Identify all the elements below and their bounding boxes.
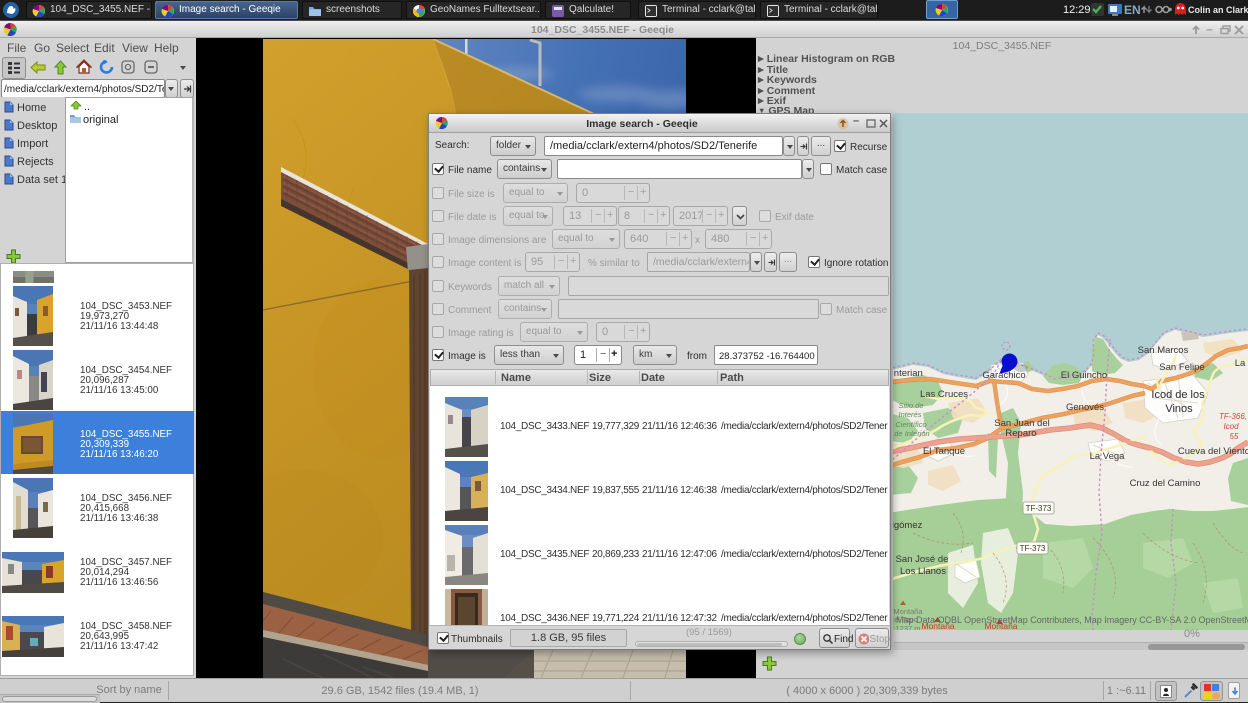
svg-text:Los Llanos: Los Llanos (900, 566, 946, 577)
svg-text:Map Data ODBL OpenStreetMap Co: Map Data ODBL OpenStreetMap Contributers… (896, 615, 1248, 625)
svg-text:San Marcos: San Marcos (1138, 345, 1189, 356)
svg-text:de Interión: de Interión (894, 429, 929, 438)
svg-text:El Tanque: El Tanque (923, 446, 965, 457)
svg-text:TF-373: TF-373 (1020, 544, 1046, 553)
svg-text:Reparo: Reparo (1005, 428, 1036, 439)
svg-text:Sitio de: Sitio de (898, 401, 923, 410)
svg-text:Científico: Científico (895, 420, 926, 429)
svg-text:Garachico: Garachico (982, 370, 1025, 381)
svg-text:Genovés: Genovés (1066, 402, 1104, 413)
svg-text:TF-373: TF-373 (1026, 504, 1052, 513)
svg-text:La Vega: La Vega (1090, 451, 1126, 462)
svg-text:El Guincho: El Guincho (1061, 370, 1107, 381)
svg-text:Interés: Interés (899, 410, 922, 419)
svg-text:Cueva del Viento: Cueva del Viento (1178, 446, 1248, 457)
svg-text:Cruz del Camino: Cruz del Camino (1130, 478, 1201, 489)
svg-text:Vinos: Vinos (1165, 403, 1193, 415)
svg-text:Ruigómez: Ruigómez (893, 520, 923, 531)
svg-text:La: La (1235, 358, 1246, 369)
svg-text:Interian: Interian (893, 368, 923, 379)
svg-text:Las Cruces: Las Cruces (920, 389, 968, 400)
svg-text:San Felipe: San Felipe (1159, 362, 1204, 373)
svg-text:Icod de los: Icod de los (1151, 389, 1205, 401)
svg-text:TF-366,: TF-366, (1219, 412, 1247, 421)
svg-text:Icod: Icod (1223, 422, 1239, 431)
svg-text:55: 55 (1230, 432, 1239, 441)
svg-text:San José de: San José de (896, 554, 949, 565)
